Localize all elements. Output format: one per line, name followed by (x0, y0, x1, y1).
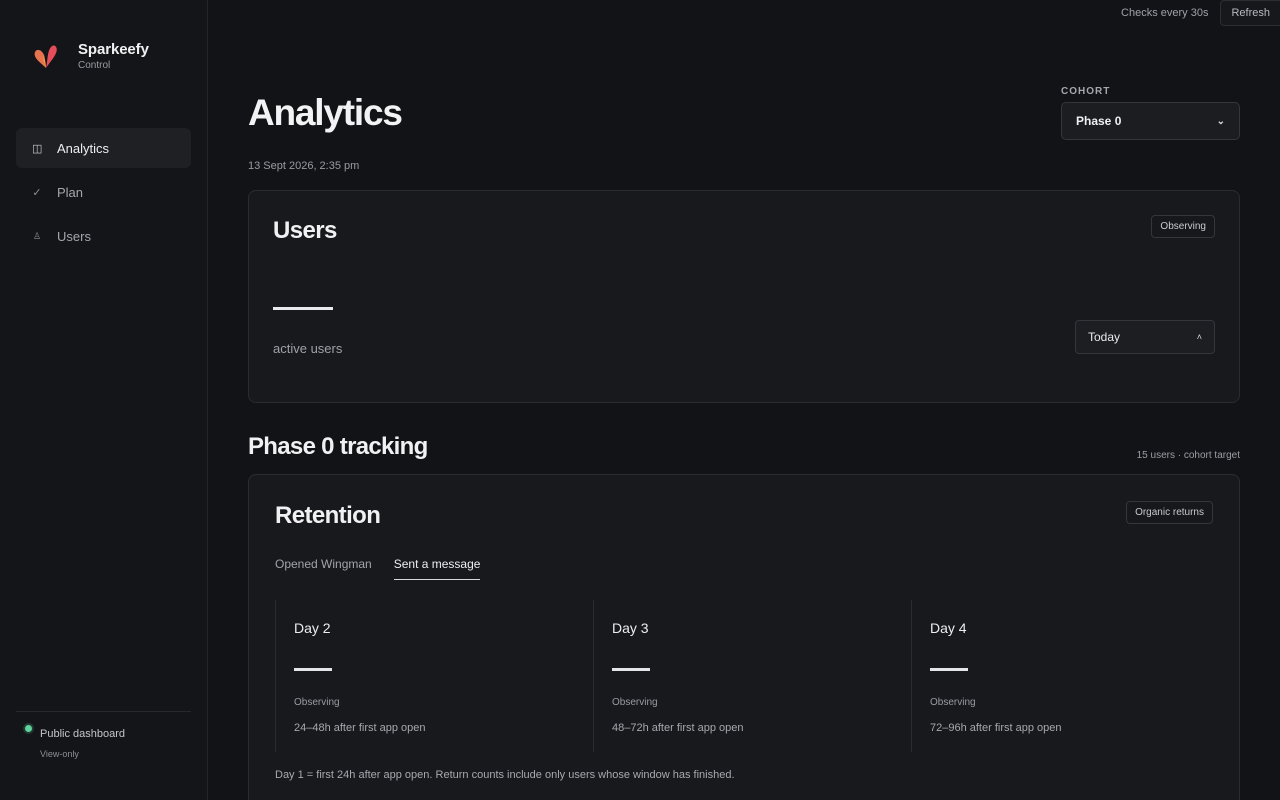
retention-days: Day 2 Observing 24–48h after first app o… (275, 600, 1229, 752)
timestamp: 13 Sept 2026, 2:35 pm (248, 160, 360, 172)
sidebar-item-plan[interactable]: ✓ Plan (16, 172, 191, 212)
day-status: Observing (930, 697, 976, 708)
day-value-placeholder (294, 668, 332, 671)
users-card: Users Observing active users Today ˄ (248, 190, 1240, 403)
status-badge: Observing (1151, 215, 1215, 238)
cohort-select[interactable]: Phase 0 ⌄ (1061, 102, 1240, 140)
check-interval-text: Checks every 30s (1121, 7, 1209, 19)
app-name: Sparkeefy (78, 41, 149, 58)
sidebar-item-analytics[interactable]: ◫ Analytics (16, 128, 191, 168)
time-range-select[interactable]: Today ˄ (1075, 320, 1215, 354)
cohort-target-note: 15 users · cohort target (1136, 450, 1240, 461)
user-icon: ♙ (32, 230, 42, 241)
status-dot-icon (25, 725, 32, 732)
cohort-selected-value: Phase 0 (1076, 114, 1122, 128)
day-description: 72–96h after first app open (930, 722, 1062, 734)
retention-footnote: Day 1 = first 24h after app open. Return… (275, 769, 735, 781)
chevron-down-icon: ⌄ (1216, 115, 1225, 127)
sidebar-item-label: Users (57, 228, 91, 244)
day-value-placeholder (612, 668, 650, 671)
check-icon: ✓ (32, 186, 42, 199)
day-description: 48–72h after first app open (612, 722, 744, 734)
refresh-button[interactable]: Refresh (1220, 0, 1280, 26)
columns-icon: ◫ (32, 142, 43, 155)
day-title: Day 3 (612, 620, 649, 636)
view-only-label: View-only (40, 749, 79, 759)
public-dashboard-label: Public dashboard (40, 728, 126, 740)
sidebar: Sparkeefy Control ◫ Analytics ✓ Plan ♙ U… (0, 0, 208, 800)
chevron-up-icon: ˄ (1196, 332, 1202, 342)
cohort-label: COHORT (1061, 86, 1111, 97)
retention-card-title: Retention (275, 502, 381, 529)
day-status: Observing (294, 697, 340, 708)
retention-day-card: Day 4 Observing 72–96h after first app o… (911, 600, 1229, 752)
app-subtitle: Control (78, 60, 111, 71)
day-title: Day 4 (930, 620, 967, 636)
sidebar-item-label: Analytics (57, 140, 110, 156)
sidebar-item-users[interactable]: ♙ Users (16, 216, 191, 256)
sidebar-item-label: Plan (57, 184, 84, 200)
retention-tabs: Opened Wingman Sent a message (275, 557, 502, 580)
day-title: Day 2 (294, 620, 331, 636)
section-title: Phase 0 tracking (248, 433, 428, 460)
day-value-placeholder (930, 668, 968, 671)
logo-icon (34, 45, 57, 68)
retention-day-card: Day 2 Observing 24–48h after first app o… (275, 600, 593, 752)
day-description: 24–48h after first app open (294, 722, 426, 734)
tab-opened-wingman[interactable]: Opened Wingman (275, 557, 372, 580)
users-card-title: Users (273, 217, 337, 244)
sidebar-nav: ◫ Analytics ✓ Plan ♙ Users (16, 128, 191, 260)
brand[interactable]: Sparkeefy Control (30, 40, 149, 72)
day-status: Observing (612, 697, 658, 708)
page-title: Analytics (248, 92, 403, 133)
retention-day-card: Day 3 Observing 48–72h after first app o… (593, 600, 911, 752)
time-range-value: Today (1088, 330, 1121, 344)
active-users-label: active users (273, 341, 343, 356)
tab-sent-a-message[interactable]: Sent a message (393, 557, 481, 580)
retention-card: Retention Organic returns Opened Wingman… (248, 474, 1240, 800)
active-users-value-placeholder (273, 307, 333, 310)
topbar: Checks every 30s Refresh (1121, 0, 1280, 26)
organic-returns-badge: Organic returns (1126, 501, 1213, 524)
public-dashboard-status: Public dashboard View-only (16, 711, 191, 759)
